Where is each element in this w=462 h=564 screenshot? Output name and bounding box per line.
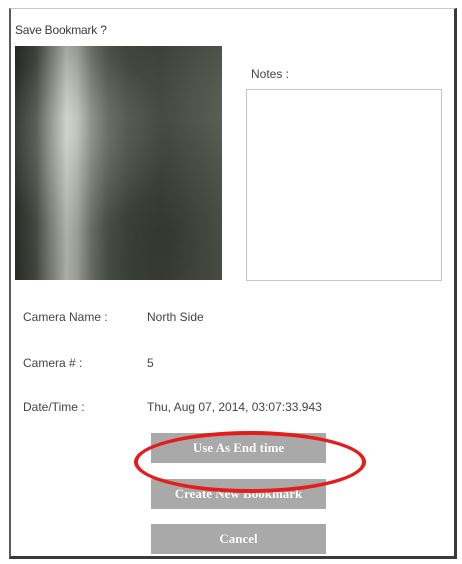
save-bookmark-dialog: Save Bookmark ? Notes : Camera Name : No… (9, 8, 457, 559)
snapshot-shading (15, 46, 222, 280)
camera-name-label: Camera Name : (23, 310, 108, 324)
notes-textarea[interactable] (246, 89, 442, 281)
camera-number-value: 5 (147, 356, 154, 370)
page: Save Bookmark ? Notes : Camera Name : No… (0, 0, 462, 564)
notes-label: Notes : (251, 67, 290, 81)
datetime-value: Thu, Aug 07, 2014, 03:07:33.943 (147, 400, 322, 414)
cancel-button[interactable]: Cancel (151, 524, 326, 554)
datetime-label: Date/Time : (23, 400, 85, 414)
camera-number-label: Camera # : (23, 356, 83, 370)
create-new-bookmark-button[interactable]: Create New Bookmark (151, 479, 326, 509)
camera-snapshot-image (15, 46, 222, 280)
dialog-title: Save Bookmark ? (15, 23, 107, 37)
camera-name-value: North Side (147, 310, 204, 324)
use-as-end-time-button[interactable]: Use As End time (151, 433, 326, 463)
